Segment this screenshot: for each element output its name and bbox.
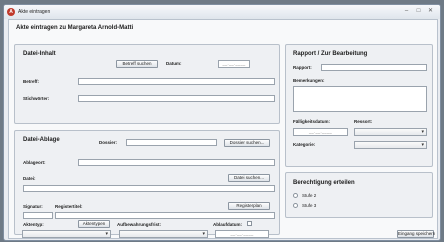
chevron-down-icon: ▾ — [105, 231, 108, 237]
datei-suchen-button[interactable]: Datei suchen... — [228, 174, 270, 182]
datum-label: Datum: — [166, 61, 182, 66]
datei-ablage-title: Datei-Ablage — [23, 137, 60, 143]
aktentyp-select[interactable]: ▾ — [22, 230, 111, 238]
stufe-3-radio[interactable] — [293, 203, 298, 208]
rapport-label: Rapport: — [293, 65, 312, 70]
dossier-input[interactable] — [126, 139, 217, 146]
registertitel-label: Registertitel: — [55, 204, 83, 209]
dossier-suchen-button[interactable]: Dossier suchen... — [224, 139, 270, 147]
datei-inhalt-title: Datei-Inhalt — [23, 51, 56, 57]
maximize-icon[interactable]: □ — [414, 7, 423, 16]
close-icon[interactable]: ✕ — [426, 7, 435, 16]
aktentyp-label: Aktentyp: — [23, 222, 44, 227]
stichwoerter-label: Stichwörter: — [23, 96, 50, 101]
app-window: A Akte eintragen – □ ✕ Akte eintragen zu… — [3, 4, 441, 241]
signatur-label: Signatur: — [23, 204, 43, 209]
aktentypen-button[interactable]: Aktentypen — [78, 220, 110, 228]
aufbewahrungsfrist-select[interactable]: ▾ — [119, 230, 208, 238]
ablageort-input[interactable] — [78, 159, 275, 166]
registerplan-button[interactable]: Registerplan — [228, 202, 270, 210]
bemerkungen-textarea[interactable] — [293, 86, 427, 112]
datei-label: Datei: — [23, 176, 36, 181]
stufe-2-radio[interactable] — [293, 193, 298, 198]
kategorie-select[interactable]: ▾ — [354, 141, 427, 149]
betreff-input[interactable] — [78, 78, 275, 85]
title-bar: A Akte eintragen – □ ✕ — [4, 5, 440, 19]
page-title: Akte eintragen zu Margareta Arnold-Matti — [16, 25, 134, 31]
ablaufdatum-checkbox[interactable] — [247, 221, 252, 226]
faelligkeitsdatum-field[interactable]: __.__.____ — [293, 128, 348, 136]
ablaufdatum-field[interactable]: __.__.____ — [215, 230, 269, 238]
betreff-label: Betreff: — [23, 79, 40, 84]
window-title: Akte eintragen — [18, 9, 51, 15]
betreff-suchen-button[interactable]: Betreff suchen — [116, 60, 158, 68]
signatur-input[interactable] — [23, 212, 53, 219]
ressort-label: Ressort: — [354, 119, 373, 124]
bemerkungen-label: Bemerkungen: — [293, 78, 325, 83]
stufe-3-label: Stufe 3 — [302, 203, 317, 208]
berechtigung-group: Berechtigung erteilen Stufe 2 Stufe 3 — [285, 172, 433, 218]
chevron-down-icon: ▾ — [421, 129, 424, 135]
app-icon: A — [7, 8, 15, 16]
rapport-input[interactable] — [321, 64, 427, 71]
rapport-group: Rapport / Zur Bearbeitung Rapport: Bemer… — [285, 44, 433, 167]
datei-inhalt-group: Datei-Inhalt Betreff suchen Datum: __.__… — [14, 44, 280, 124]
stufe-2-label: Stufe 2 — [302, 193, 317, 198]
form-area: Akte eintragen zu Margareta Arnold-Matti… — [8, 19, 438, 239]
kategorie-label: Kategorie: — [293, 142, 316, 147]
minimize-icon[interactable]: – — [402, 7, 411, 16]
ressort-select[interactable]: ▾ — [354, 128, 427, 136]
aufbewahrungsfrist-label: Aufbewahrungsfrist: — [117, 222, 162, 227]
chevron-down-icon: ▾ — [421, 142, 424, 148]
berechtigung-title: Berechtigung erteilen — [293, 180, 355, 186]
datei-ablage-group: Datei-Ablage Dossier: Dossier suchen... … — [14, 130, 280, 235]
ablaufdatum-label: Ablaufdatum: — [213, 222, 242, 227]
datum-field[interactable]: __.__.____ — [218, 60, 250, 68]
stichwoerter-input[interactable] — [78, 95, 275, 102]
faelligkeitsdatum-label: Fälligkeitsdatum: — [293, 119, 331, 124]
ablageort-label: Ablageort: — [23, 160, 46, 165]
datei-input[interactable] — [23, 185, 275, 192]
chevron-down-icon: ▾ — [202, 231, 205, 237]
rapport-title: Rapport / Zur Bearbeitung — [293, 51, 368, 57]
dossier-label: Dossier: — [99, 140, 118, 145]
registertitel-input[interactable] — [55, 212, 275, 219]
eingang-speichern-button[interactable]: Eingang speichern — [397, 230, 435, 238]
